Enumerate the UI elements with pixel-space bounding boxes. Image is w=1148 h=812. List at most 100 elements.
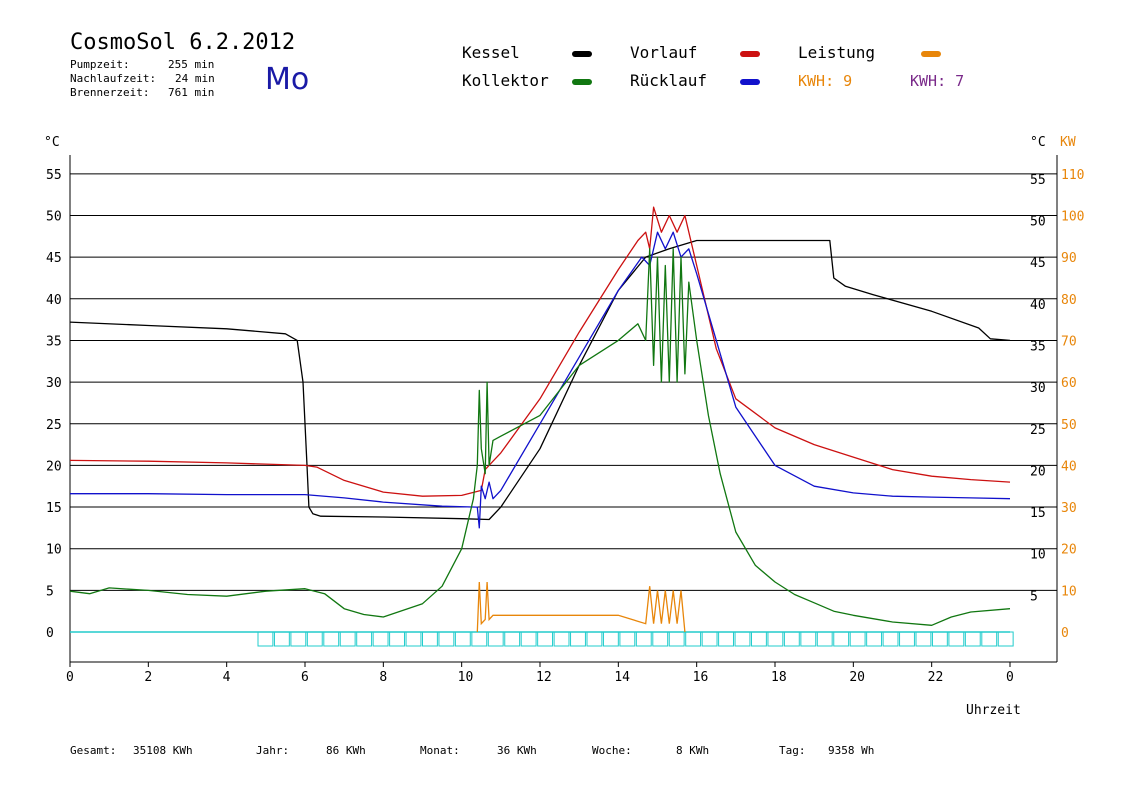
status-block <box>586 631 603 647</box>
status-block <box>849 631 866 647</box>
status-block <box>997 631 1014 647</box>
y-tick-label-kw: 100 <box>1061 210 1084 225</box>
y-tick-label-left: 55 <box>46 168 62 183</box>
x-tick-label: 18 <box>771 670 787 685</box>
y-tick-label-kw: 80 <box>1061 293 1077 308</box>
tag-value: 9358 Wh <box>828 744 875 757</box>
status-block <box>454 631 471 647</box>
status-block <box>422 631 438 647</box>
y-axis-label-left: °C <box>44 135 60 150</box>
status-block <box>783 631 800 647</box>
y-tick-label-left: 35 <box>46 334 62 349</box>
y-tick-label-right: 40 <box>1030 298 1046 313</box>
status-block <box>339 631 356 647</box>
y-tick-label-right: 50 <box>1030 215 1046 230</box>
y-tick-label-kw: 70 <box>1061 334 1077 349</box>
status-block <box>602 631 619 647</box>
gesamt-label: Gesamt: <box>70 744 117 757</box>
status-block <box>685 631 702 647</box>
status-block <box>471 631 488 647</box>
status-block <box>931 631 948 647</box>
status-block <box>964 631 981 647</box>
status-block <box>652 631 669 647</box>
status-block <box>323 631 340 647</box>
status-block <box>899 631 915 647</box>
y-tick-label-left: 40 <box>46 293 62 308</box>
status-block <box>356 631 373 647</box>
status-block <box>981 631 998 647</box>
y-tick-label-right: 25 <box>1030 423 1046 438</box>
y-tick-label-left: 15 <box>46 501 62 516</box>
status-block <box>668 631 685 647</box>
status-block <box>273 631 290 647</box>
status-block <box>306 631 323 647</box>
status-block <box>438 631 455 647</box>
series-line-kollektor <box>69 248 1011 626</box>
x-tick-label: 20 <box>849 670 865 685</box>
x-tick-label: 6 <box>301 670 309 685</box>
y-axis-label-right: °C <box>1030 135 1046 150</box>
x-tick-label: 22 <box>928 670 944 685</box>
status-block <box>751 631 767 647</box>
status-block <box>734 631 751 647</box>
woche-label: Woche: <box>592 744 632 757</box>
series-line-vorlauf <box>69 206 1011 497</box>
y-tick-label-kw: 20 <box>1061 543 1077 558</box>
y-tick-label-kw: 60 <box>1061 376 1077 391</box>
status-block <box>405 631 422 647</box>
status-block <box>520 631 537 647</box>
y-axis-label-kw: KW <box>1060 135 1076 150</box>
status-block <box>257 631 274 647</box>
y-tick-label-right: 20 <box>1030 464 1046 479</box>
status-block <box>635 631 652 647</box>
status-block <box>570 631 586 647</box>
status-block <box>504 631 521 647</box>
y-tick-label-right: 15 <box>1030 506 1046 521</box>
jahr-label: Jahr: <box>256 744 290 757</box>
status-block <box>553 631 570 647</box>
y-tick-label-left: 30 <box>46 376 62 391</box>
x-tick-label: 10 <box>458 670 474 685</box>
y-tick-label-kw: 30 <box>1061 501 1077 516</box>
status-block <box>833 631 850 647</box>
y-tick-label-kw: 0 <box>1061 626 1069 641</box>
status-block <box>537 631 554 647</box>
x-tick-label: 12 <box>536 670 552 685</box>
x-tick-label: 4 <box>223 670 231 685</box>
monat-value: 36 KWh <box>497 744 537 757</box>
y-tick-label-right: 10 <box>1030 548 1046 563</box>
status-block <box>718 631 734 647</box>
y-tick-label-kw: 90 <box>1061 251 1077 266</box>
y-tick-label-left: 20 <box>46 459 62 474</box>
status-block <box>882 631 899 647</box>
y-tick-label-right: 30 <box>1030 381 1046 396</box>
y-tick-label-kw: 50 <box>1061 418 1077 433</box>
y-tick-label-left: 25 <box>46 418 62 433</box>
x-tick-label: 8 <box>379 670 387 685</box>
y-tick-label-right: 45 <box>1030 256 1046 271</box>
x-tick-label: 0 <box>1006 670 1014 685</box>
status-block <box>619 631 636 647</box>
status-block <box>290 631 307 647</box>
x-tick-label: 14 <box>614 670 630 685</box>
y-tick-label-kw: 40 <box>1061 459 1077 474</box>
status-block <box>389 631 405 647</box>
y-tick-label-left: 5 <box>46 584 54 599</box>
status-block <box>372 631 389 647</box>
y-tick-label-right: 5 <box>1030 589 1038 604</box>
status-block <box>800 631 817 647</box>
y-tick-label-kw: 10 <box>1061 584 1077 599</box>
status-block <box>767 631 784 647</box>
x-axis-label: Uhrzeit <box>966 703 1021 718</box>
status-block <box>866 631 883 647</box>
monat-label: Monat: <box>420 744 460 757</box>
gesamt-value: 35108 KWh <box>133 744 193 757</box>
series-line-kessel <box>69 239 1011 521</box>
woche-value: 8 KWh <box>676 744 710 757</box>
jahr-value: 86 KWh <box>326 744 366 757</box>
x-tick-label: 16 <box>693 670 709 685</box>
status-block <box>816 631 833 647</box>
temperature-chart: 0510152025303540455055510152025303540455… <box>44 135 1084 718</box>
y-tick-label-left: 45 <box>46 251 62 266</box>
status-block <box>701 631 718 647</box>
